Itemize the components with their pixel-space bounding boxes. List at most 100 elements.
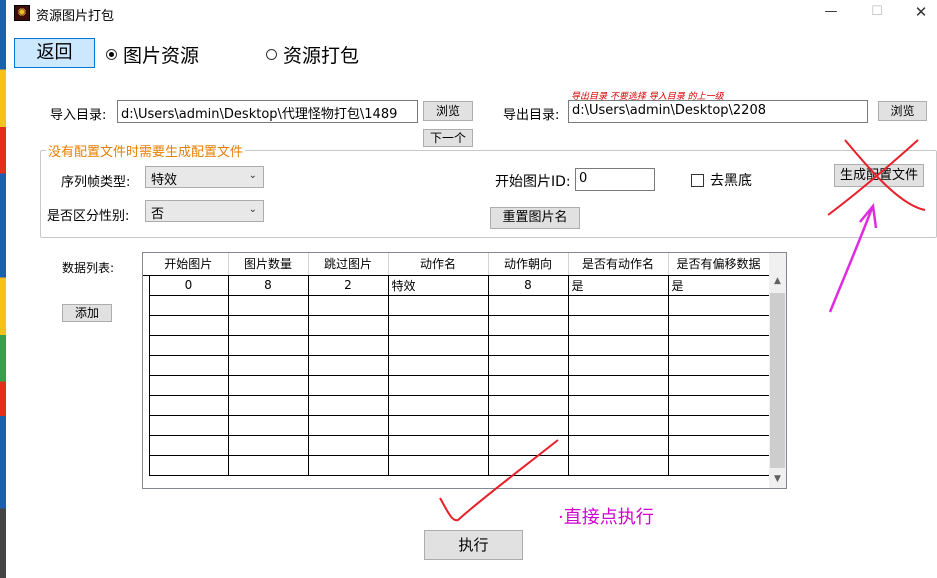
table-cell[interactable] <box>307 414 389 436</box>
table-cell[interactable] <box>567 414 669 436</box>
table-cell[interactable] <box>487 434 569 456</box>
table-cell[interactable] <box>487 334 569 356</box>
scroll-up-icon[interactable]: ▲ <box>769 273 786 290</box>
table-cell[interactable] <box>227 374 309 396</box>
generate-config-button[interactable]: 生成配置文件 <box>834 164 924 187</box>
table-cell[interactable] <box>307 334 389 356</box>
table-cell[interactable]: 是 <box>667 274 770 296</box>
table-cell[interactable] <box>487 374 569 396</box>
column-header[interactable]: 动作朝向 <box>488 253 569 276</box>
table-row[interactable] <box>143 334 770 356</box>
back-button[interactable]: 返回 <box>14 38 95 68</box>
table-row[interactable]: 0 8 2 特效 8 是是 <box>143 274 770 296</box>
sequence-type-select[interactable]: 特效 ⌄ <box>145 166 264 188</box>
table-cell[interactable]: 8 <box>487 274 569 296</box>
table-cell[interactable] <box>148 314 229 336</box>
close-icon[interactable]: ✕ <box>906 4 936 22</box>
grid-vertical-scrollbar[interactable]: ▲ ▼ <box>769 253 786 488</box>
table-cell[interactable] <box>307 374 389 396</box>
radio-image-resource[interactable]: 图片资源 <box>106 41 199 68</box>
execute-button[interactable]: 执行 <box>424 530 523 560</box>
table-cell[interactable] <box>567 434 669 456</box>
export-dir-input[interactable]: d:\Users\admin\Desktop\2208 <box>568 100 868 123</box>
column-header[interactable]: 开始图片 <box>149 253 229 276</box>
table-cell[interactable] <box>387 434 489 456</box>
scroll-down-icon[interactable]: ▼ <box>769 471 786 488</box>
maximize-icon[interactable]: ☐ <box>862 4 892 22</box>
table-row[interactable] <box>143 454 770 476</box>
table-cell[interactable] <box>227 294 309 316</box>
table-cell[interactable] <box>487 354 569 376</box>
table-row[interactable] <box>143 394 770 416</box>
table-cell[interactable] <box>567 374 669 396</box>
table-cell[interactable] <box>387 374 489 396</box>
table-cell[interactable]: 0 <box>148 274 229 296</box>
table-cell[interactable] <box>387 454 489 476</box>
next-button[interactable]: 下一个 <box>423 129 473 147</box>
table-row[interactable] <box>143 374 770 396</box>
table-cell[interactable] <box>227 414 309 436</box>
table-cell[interactable] <box>307 294 389 316</box>
table-cell[interactable] <box>307 354 389 376</box>
import-browse-button[interactable]: 浏览 <box>423 101 473 121</box>
table-cell[interactable] <box>667 354 770 376</box>
table-cell[interactable] <box>148 334 229 356</box>
table-cell[interactable] <box>567 314 669 336</box>
table-cell[interactable] <box>148 394 229 416</box>
column-header[interactable]: 图片数量 <box>228 253 309 276</box>
column-header[interactable]: 是否有动作名 <box>568 253 669 276</box>
table-cell[interactable] <box>307 434 389 456</box>
table-cell[interactable] <box>148 454 229 476</box>
table-cell[interactable] <box>487 414 569 436</box>
table-row[interactable] <box>143 434 770 456</box>
table-cell[interactable] <box>148 294 229 316</box>
table-cell[interactable] <box>227 434 309 456</box>
table-row[interactable] <box>143 314 770 336</box>
table-cell[interactable] <box>387 314 489 336</box>
scroll-thumb[interactable] <box>770 293 785 468</box>
minimize-icon[interactable]: — <box>816 4 846 22</box>
table-row[interactable] <box>143 294 770 316</box>
column-header[interactable]: 是否有偏移数据 <box>668 253 770 276</box>
table-cell[interactable] <box>148 434 229 456</box>
table-cell[interactable] <box>387 294 489 316</box>
table-cell[interactable] <box>487 314 569 336</box>
table-cell[interactable] <box>567 354 669 376</box>
table-cell[interactable] <box>387 334 489 356</box>
data-grid[interactable]: 开始图片 图片数量 跳过图片 动作名 动作朝向 是否有动作名 是否有偏移数据 0 8 2 特效 8 是… <box>142 252 787 489</box>
table-cell[interactable] <box>667 414 770 436</box>
table-cell[interactable] <box>667 294 770 316</box>
table-cell[interactable] <box>148 354 229 376</box>
table-cell[interactable] <box>227 454 309 476</box>
column-header[interactable]: 跳过图片 <box>308 253 389 276</box>
table-cell[interactable]: 2 <box>307 274 389 296</box>
table-cell[interactable] <box>387 394 489 416</box>
radio-resource-pack[interactable]: 资源打包 <box>266 41 359 68</box>
table-cell[interactable] <box>487 294 569 316</box>
table-cell[interactable] <box>667 374 770 396</box>
black-bg-checkbox[interactable]: 去黑底 <box>691 170 752 190</box>
table-cell[interactable] <box>227 354 309 376</box>
column-header[interactable]: 动作名 <box>388 253 489 276</box>
table-cell[interactable] <box>227 394 309 416</box>
table-cell[interactable] <box>387 414 489 436</box>
rename-images-button[interactable]: 重置图片名 <box>490 207 580 229</box>
table-cell[interactable] <box>567 294 669 316</box>
table-cell[interactable] <box>227 334 309 356</box>
table-cell[interactable]: 8 <box>227 274 309 296</box>
table-cell[interactable] <box>667 334 770 356</box>
table-cell[interactable] <box>387 354 489 376</box>
table-cell[interactable] <box>487 454 569 476</box>
table-cell[interactable] <box>667 314 770 336</box>
table-cell[interactable] <box>567 394 669 416</box>
table-cell[interactable] <box>307 314 389 336</box>
start-id-input[interactable]: 0 <box>575 168 655 191</box>
table-cell[interactable] <box>667 434 770 456</box>
table-cell[interactable] <box>667 394 770 416</box>
table-cell[interactable] <box>227 314 309 336</box>
gender-select[interactable]: 否 ⌄ <box>145 200 264 222</box>
table-cell[interactable] <box>148 414 229 436</box>
table-cell[interactable] <box>667 454 770 476</box>
table-row[interactable] <box>143 414 770 436</box>
export-browse-button[interactable]: 浏览 <box>878 101 927 121</box>
